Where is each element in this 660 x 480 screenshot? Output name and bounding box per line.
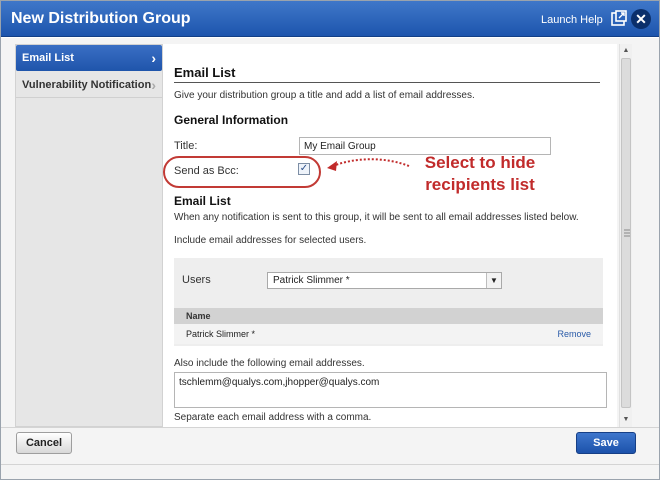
chevron-right-icon: › bbox=[151, 77, 156, 93]
title-bar: New Distribution Group Launch Help ✕ bbox=[1, 1, 659, 37]
section-divider bbox=[174, 82, 600, 83]
user-name: Patrick Slimmer * bbox=[186, 329, 256, 339]
title-label: Title: bbox=[174, 140, 198, 152]
dialog-body: Email List › Vulnerability Notification … bbox=[1, 38, 659, 427]
users-label: Users bbox=[182, 274, 211, 286]
chevron-right-icon: › bbox=[151, 50, 156, 66]
remove-user-link[interactable]: Remove bbox=[557, 324, 591, 344]
save-button[interactable]: Save bbox=[576, 432, 636, 454]
dialog-title: New Distribution Group bbox=[11, 10, 191, 27]
sidebar-item-email-list[interactable]: Email List › bbox=[16, 45, 162, 71]
cancel-button[interactable]: Cancel bbox=[16, 432, 72, 454]
email-addresses-textarea[interactable]: tschlemm@qualys.com,jhopper@qualys.com bbox=[174, 372, 607, 408]
scroll-up-icon[interactable]: ▲ bbox=[620, 46, 632, 56]
users-select[interactable]: Patrick Slimmer * ▼ bbox=[267, 272, 502, 289]
close-icon[interactable]: ✕ bbox=[631, 9, 651, 29]
chevron-down-icon[interactable]: ▼ bbox=[486, 273, 501, 288]
popout-window-icon[interactable] bbox=[609, 9, 629, 29]
dialog-footer: Cancel Save bbox=[1, 427, 659, 479]
grip-icon bbox=[624, 229, 630, 238]
main-content: Email List Give your distribution group … bbox=[163, 44, 617, 427]
vertical-scrollbar[interactable]: ▲ ▼ bbox=[619, 44, 632, 427]
check-icon: ✓ bbox=[299, 163, 309, 174]
annotation-text: Select to hide recipients list bbox=[424, 153, 536, 194]
email-list-heading: Email List bbox=[174, 194, 231, 208]
sidebar-item-label: Email List bbox=[22, 52, 74, 64]
scroll-down-icon[interactable]: ▼ bbox=[620, 415, 632, 425]
footer-divider bbox=[1, 464, 659, 465]
bcc-checkbox[interactable]: ✓ bbox=[298, 163, 310, 175]
distribution-group-dialog: New Distribution Group Launch Help ✕ Ema… bbox=[0, 0, 660, 480]
sidebar-item-vulnerability-notification[interactable]: Vulnerability Notification › bbox=[16, 72, 162, 98]
users-table-header: Name bbox=[174, 308, 603, 324]
email-list-description: When any notification is sent to this gr… bbox=[174, 212, 579, 223]
sidebar: Email List › Vulnerability Notification … bbox=[15, 44, 163, 427]
section-title: Email List bbox=[174, 65, 236, 80]
include-users-description: Include email addresses for selected use… bbox=[174, 235, 367, 246]
annotation-arrow bbox=[327, 158, 410, 171]
separator-hint: Separate each email address with a comma… bbox=[174, 412, 372, 423]
scroll-thumb[interactable] bbox=[621, 58, 631, 408]
table-row: Patrick Slimmer * Remove bbox=[174, 324, 603, 344]
bcc-label: Send as Bcc: bbox=[174, 165, 239, 177]
general-info-heading: General Information bbox=[174, 113, 289, 127]
users-selected-value: Patrick Slimmer * bbox=[273, 275, 350, 286]
launch-help-link[interactable]: Launch Help bbox=[541, 14, 603, 26]
users-panel: Users Patrick Slimmer * ▼ Name Patrick S… bbox=[174, 258, 603, 346]
sidebar-item-label: Vulnerability Notification bbox=[22, 79, 152, 91]
section-description: Give your distribution group a title and… bbox=[174, 90, 475, 101]
additional-emails-description: Also include the following email address… bbox=[174, 358, 365, 369]
